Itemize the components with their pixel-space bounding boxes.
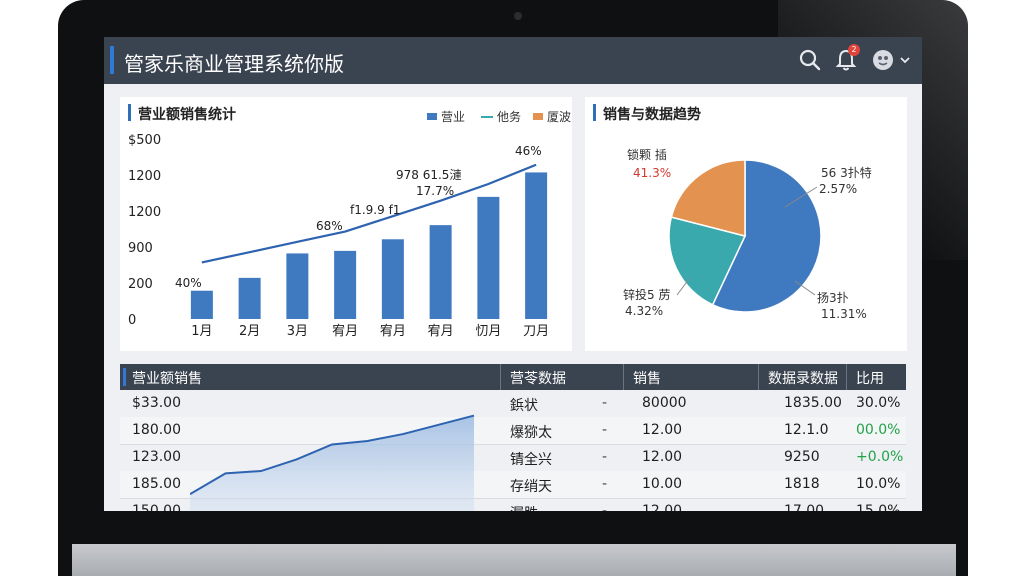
bar (238, 277, 261, 319)
column-divider (500, 364, 501, 390)
amount-cell: 123.00 (132, 449, 181, 465)
x-tick-label: 忉月 (475, 324, 501, 339)
notification-badge: 2 (848, 44, 860, 56)
bar (286, 253, 309, 319)
chevron-down-icon[interactable] (898, 47, 912, 73)
col-header-sales[interactable]: 销售 (633, 368, 661, 388)
pie-label: 41.3% (633, 166, 671, 180)
app-title: 管家乐商业管理系统你版 (124, 52, 344, 76)
pie-leader-line (676, 278, 690, 296)
trend-chart-panel: 销售与数据趋势 锁颗 插 41.3% 56 3扑特 2.57% 锌投5 苈 4.32% 扬3… (585, 97, 907, 351)
rate-cell: 00.0% (856, 422, 901, 438)
x-tick-label: 宥月 (332, 323, 358, 339)
rate-cell: 30.0% (856, 395, 901, 411)
sales-chart-panel: 营业额销售统计 营业 他务 厦波 $500 1200 1200 900 200 0 1月 2月… (120, 97, 572, 351)
y-tick-label: 1200 (128, 205, 161, 220)
header-accent (123, 368, 126, 386)
rate-cell: 15.0% (856, 503, 901, 511)
data-cell: 1818 (784, 476, 820, 492)
data-cell: 9250 (784, 449, 820, 465)
data-label: 40% (175, 276, 202, 290)
y-tick-label: 1200 (128, 169, 161, 184)
column-divider (846, 364, 847, 390)
pie-label: 11.31% (821, 307, 867, 321)
sales-cell: 10.00 (642, 476, 683, 492)
col-header-amount[interactable]: 营业额销售 (132, 368, 202, 388)
area-fill (190, 415, 474, 511)
rate-cell: 10.0% (856, 476, 901, 492)
dash-cell: - (602, 449, 608, 465)
column-divider (758, 364, 759, 390)
data-cell: 17.00 (784, 503, 825, 511)
amount-cell: $33.00 (132, 395, 181, 411)
monitor-chin (72, 544, 956, 576)
pie-label: 56 3扑特 (821, 165, 872, 180)
pie-chart: 锁颗 插 41.3% 56 3扑特 2.57% 锌投5 苈 4.32% 扬3扑 11.31% (623, 147, 872, 321)
data-cell: 1835.00 (784, 395, 842, 411)
header-accent (110, 46, 114, 74)
pie-label: 扬3扑 (817, 290, 849, 305)
bar-chart: $500 1200 1200 900 200 0 1月 2月 3月 宥月 宥月 宥月 忉月 刀月 40% 68… (128, 133, 549, 339)
pie-label: 锌投5 苈 (623, 287, 670, 302)
dash-cell: - (602, 395, 608, 411)
dash-cell: - (602, 476, 608, 492)
bar (525, 172, 548, 319)
x-tick-label: 刀月 (523, 324, 549, 339)
bar (190, 290, 213, 319)
y-tick-label: 900 (128, 241, 153, 256)
sales-cell: 12.00 (642, 449, 683, 465)
y-tick-label: 200 (128, 277, 153, 292)
search-icon[interactable] (797, 47, 823, 73)
bar (477, 196, 500, 319)
screen: 管家乐商业管理系统你版 2 营业额销售统计 营业 他务 厦波 $500 1200… (104, 37, 922, 511)
x-tick-label: 3月 (287, 324, 308, 339)
col-header-item[interactable]: 营苓数据 (510, 368, 566, 388)
data-label: 46% (515, 144, 542, 158)
y-tick-label: $500 (128, 133, 161, 148)
sales-cell: 80000 (642, 395, 687, 411)
pie-label: 2.57% (819, 182, 857, 196)
x-tick-label: 2月 (239, 324, 260, 339)
column-divider (623, 364, 624, 390)
amount-cell: 180.00 (132, 422, 181, 438)
data-label: f1.9.9 f1 (350, 203, 400, 217)
sales-table: 营业额销售 营苓数据 销售 数据录数据 比用 $33.00 鋲状 80000 1835… (120, 364, 906, 511)
table-header: 营业额销售 营苓数据 销售 数据录数据 比用 (120, 364, 906, 390)
avatar[interactable] (870, 47, 896, 73)
rate-cell: +0.0% (856, 449, 904, 465)
bar (381, 239, 404, 319)
app-header: 管家乐商业管理系统你版 2 (104, 37, 922, 84)
dash-cell: - (602, 422, 608, 438)
x-tick-label: 宥月 (428, 323, 454, 339)
pie-label: 锁颗 插 (627, 147, 667, 162)
bar (334, 250, 357, 319)
bar (429, 225, 452, 319)
amount-cell: 185.00 (132, 476, 181, 492)
x-tick-label: 1月 (191, 324, 212, 339)
data-cell: 12.1.0 (784, 422, 829, 438)
col-header-rate[interactable]: 比用 (856, 368, 884, 388)
data-label: 17.7% (416, 184, 454, 198)
webcam (514, 12, 522, 20)
amount-cell: 150.00 (132, 503, 181, 511)
data-label: 68% (316, 219, 343, 233)
area-sparkline (190, 414, 475, 511)
dash-cell: - (602, 503, 608, 511)
sales-cell: 12.00 (642, 503, 683, 511)
x-tick-label: 宥月 (380, 323, 406, 339)
col-header-data[interactable]: 数据录数据 (768, 368, 838, 388)
data-label: 978 61.5漣 (396, 168, 461, 182)
sales-cell: 12.00 (642, 422, 683, 438)
pie-label: 4.32% (625, 304, 663, 318)
y-tick-label: 0 (128, 313, 136, 328)
